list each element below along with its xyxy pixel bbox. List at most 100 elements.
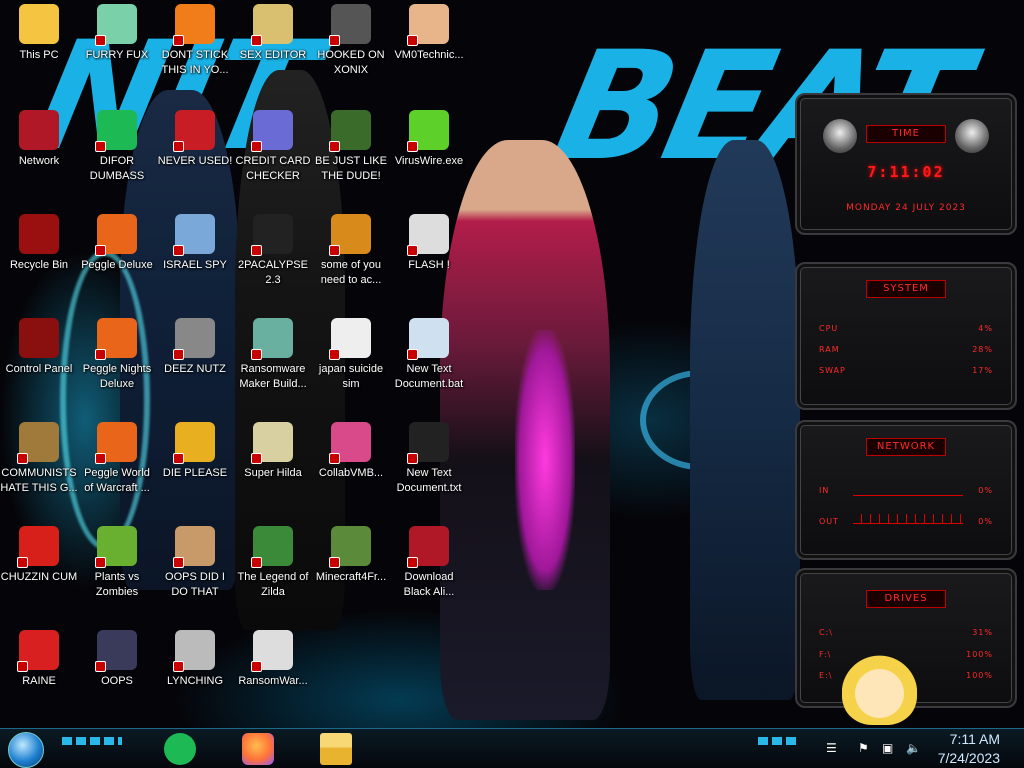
shortcut-arrow-icon [251,349,262,360]
desktop-icon[interactable]: Super Hilda [234,422,312,522]
desktop-icon[interactable]: RansomWar... [234,630,312,728]
shortcut-icon [407,214,449,256]
desktop-icon[interactable]: VM0Technic... [390,4,468,104]
desktop-icon[interactable]: FLASH ! [390,214,468,314]
shortcut-icon [19,214,59,254]
desktop-icon[interactable]: CHUZZIN CUM [0,526,78,626]
desktop-icon[interactable]: ISRAEL SPY [156,214,234,314]
desktop-icon[interactable]: RAINE [0,630,78,728]
desktop-icon[interactable]: This PC [0,4,78,104]
desktop-icon[interactable]: Plants vs Zombies [78,526,156,626]
desktop-icon[interactable]: Recycle Bin [0,214,78,314]
clock[interactable]: 7:11 AM 7/24/2023 [938,730,1000,768]
desktop-icon[interactable]: OOPS [78,630,156,728]
desktop-icon[interactable]: OOPS DID I DO THAT [156,526,234,626]
shortcut-arrow-icon [407,141,418,152]
drive-c-row: C:\ 31% [819,628,993,637]
spotify-icon[interactable] [164,733,196,765]
desktop-icon-label: COMMUNISTS HATE THIS G... [0,467,78,494]
desktop-icon[interactable]: VirusWire.exe [390,110,468,210]
shortcut-arrow-icon [329,141,340,152]
alien-logo-icon [823,119,857,153]
desktop-icon-label: RansomWar... [238,675,308,687]
shortcut-arrow-icon [95,245,106,256]
desktop-icon[interactable]: Network [0,110,78,210]
desktop-icon[interactable]: some of you need to ac... [312,214,390,314]
shortcut-icon [329,318,371,360]
desktop-icon-label: New Text Document.txt [396,467,462,494]
shortcut-arrow-icon [251,35,262,46]
shortcut-icon [251,214,293,256]
desktop-icon[interactable]: DIFOR DUMBASS [78,110,156,210]
desktop-icon[interactable]: HOOKED ON XONIX [312,4,390,104]
desktop-icon[interactable]: Peggle Nights Deluxe [78,318,156,418]
desktop-icon[interactable]: LYNCHING [156,630,234,728]
shortcut-icon [173,630,215,672]
desktop-icon-label: CollabVMB... [318,467,384,479]
desktop-icon-label: VM0Technic... [394,49,464,61]
desktop-icon[interactable]: New Text Document.txt [390,422,468,522]
desktop-icon-label: Download Black Ali... [403,571,455,598]
desktop-icon-label: RAINE [22,675,56,687]
desktop-icon-label: New Text Document.bat [394,363,464,390]
desktop-icon-label: some of you need to ac... [320,259,382,286]
shortcut-icon [17,630,59,672]
desktop-icon[interactable]: DIE PLEASE [156,422,234,522]
file-explorer-icon[interactable] [320,733,352,765]
shortcut-icon [173,526,215,568]
desktop-icon[interactable]: Peggle World of Warcraft ... [78,422,156,522]
shortcut-arrow-icon [251,557,262,568]
desktop-icon[interactable]: New Text Document.bat [390,318,468,418]
shortcut-icon [251,422,293,464]
shortcut-arrow-icon [173,141,184,152]
shortcut-icon [173,318,215,360]
widget-clock: 7:11:02 [867,163,945,181]
shortcut-icon [407,318,449,360]
shortcut-arrow-icon [251,661,262,672]
desktop-icon[interactable]: SEX EDITOR [234,4,312,104]
desktop-icon[interactable]: japan suicide sim [312,318,390,418]
desktop-icon[interactable]: DONT STICK THIS IN YO... [156,4,234,104]
desktop-icon[interactable]: CREDIT CARD CHECKER [234,110,312,210]
desktop-icon[interactable]: DEEZ NUTZ [156,318,234,418]
volume-icon[interactable]: 🔈 [906,741,921,755]
desktop-icon[interactable]: Download Black Ali... [390,526,468,626]
shortcut-icon [95,4,137,46]
system-widget: SYSTEM CPU 4% RAM 28% SWAP 17% [795,262,1017,410]
shortcut-icon [173,4,215,46]
desktop-icon[interactable]: The Legend of Zilda [234,526,312,626]
desktop-icon[interactable]: COMMUNISTS HATE THIS G... [0,422,78,522]
desktop-icon[interactable]: NEVER USED! [156,110,234,210]
desktop-icon-label: japan suicide sim [318,363,384,390]
shortcut-icon [251,318,293,360]
desktop-icon[interactable]: 2PACALYPSE 2.3 [234,214,312,314]
shortcut-arrow-icon [95,35,106,46]
widget-title: TIME [866,125,946,143]
shortcut-icon [251,526,293,568]
desktop-icon[interactable]: Minecraft4Fr... [312,526,390,626]
shortcut-arrow-icon [173,35,184,46]
shortcut-icon [329,526,371,568]
shortcut-icon [19,4,59,44]
shortcut-arrow-icon [329,349,340,360]
desktop-icon[interactable]: Ransomware Maker Build... [234,318,312,418]
desktop-icon[interactable]: CollabVMB... [312,422,390,522]
desktop-icon[interactable]: FURRY FUX [78,4,156,104]
desktop-icon[interactable]: BE JUST LIKE THE DUDE! [312,110,390,210]
network-icon[interactable]: ▣ [882,741,893,755]
net-out-graph [853,514,963,524]
chevron-up-icon[interactable]: ☰ [826,741,837,755]
desktop-icon-label: Network [18,155,60,167]
desktop-icon-label: VirusWire.exe [394,155,464,167]
flag-icon[interactable]: ⚑ [858,741,869,755]
start-button[interactable] [8,732,44,768]
desktop-icon-label: Plants vs Zombies [94,571,140,598]
firefox-icon[interactable] [242,733,274,765]
shortcut-icon [19,318,59,358]
desktop-icon[interactable]: Peggle Deluxe [78,214,156,314]
shortcut-arrow-icon [407,349,418,360]
shortcut-arrow-icon [173,349,184,360]
desktop-icon-label: The Legend of Zilda [237,571,309,598]
desktop-icon[interactable]: Control Panel [0,318,78,418]
desktop-icon-label: NEVER USED! [157,155,233,167]
